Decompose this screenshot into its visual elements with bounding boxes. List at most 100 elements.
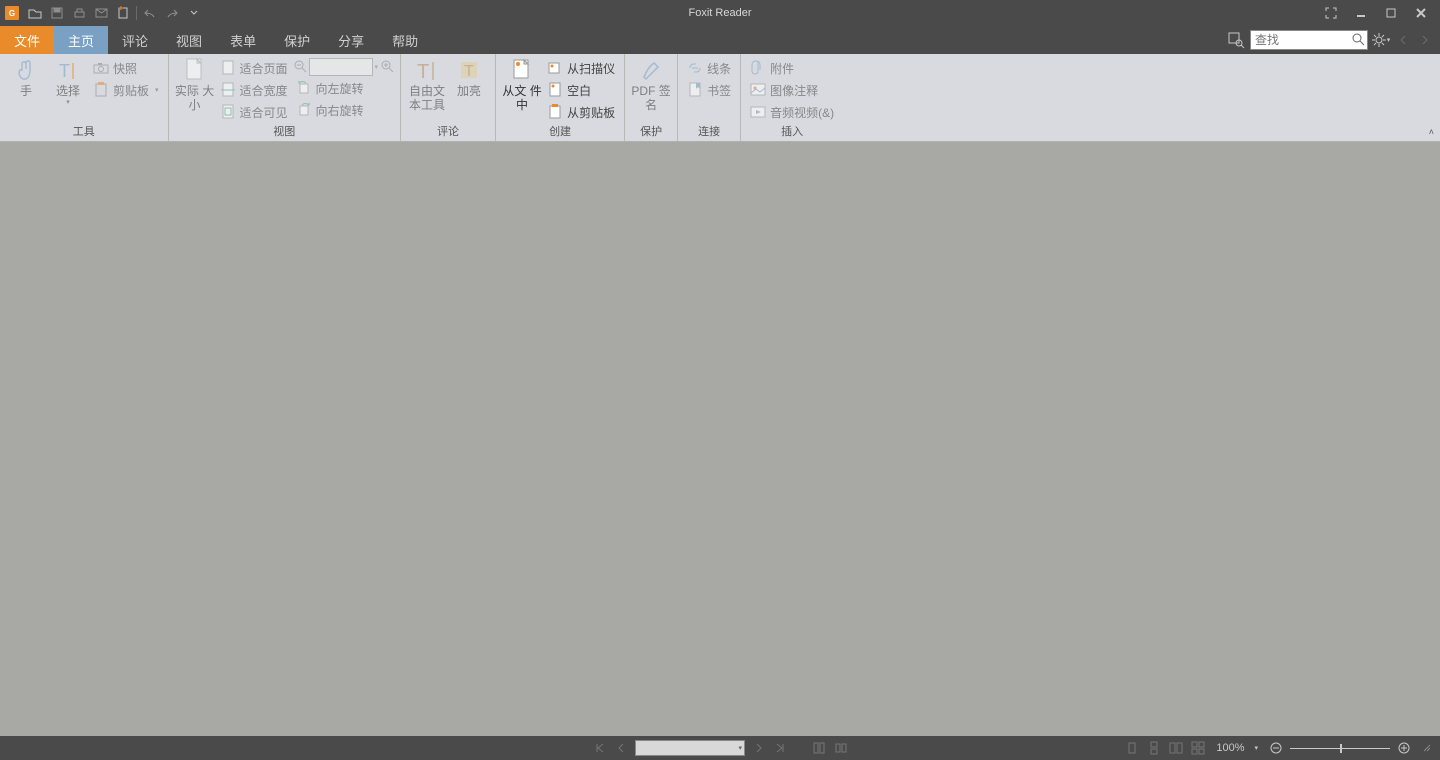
- from-file-icon: [510, 58, 534, 82]
- advanced-search-button[interactable]: [1226, 30, 1246, 50]
- open-file-button[interactable]: [24, 0, 46, 26]
- text-select-icon: T: [56, 58, 80, 82]
- svg-text:T: T: [59, 61, 70, 81]
- single-page-view-button[interactable]: [1124, 740, 1140, 756]
- continuous-facing-view-button[interactable]: [1190, 740, 1206, 756]
- qat-customize-button[interactable]: [183, 0, 205, 26]
- first-page-button[interactable]: [591, 740, 607, 756]
- title-bar: G Foxit Reader: [0, 0, 1440, 26]
- select-tool-button[interactable]: T 选择 ▾: [48, 56, 88, 124]
- fullscreen-button[interactable]: [1316, 0, 1346, 26]
- page-number-input[interactable]: [636, 742, 738, 754]
- new-doc-button[interactable]: [112, 0, 134, 26]
- link-button[interactable]: 线条: [684, 58, 734, 78]
- fit-visible-button[interactable]: 适合可见: [217, 102, 291, 122]
- tab-file[interactable]: 文件: [0, 26, 54, 54]
- resize-grip[interactable]: [1422, 743, 1432, 753]
- search-box[interactable]: [1250, 30, 1368, 50]
- clipboard-page-icon: [547, 104, 563, 120]
- ribbon-group-protect: PDF 签名 保护: [625, 54, 678, 141]
- rotate-right-icon: [296, 102, 312, 118]
- camera-icon: [93, 60, 109, 76]
- image-icon: [750, 82, 766, 98]
- page-number-box[interactable]: ▾: [635, 740, 745, 756]
- search-input[interactable]: [1255, 33, 1363, 47]
- blank-page-button[interactable]: 空白: [544, 80, 618, 100]
- tab-protect[interactable]: 保护: [270, 26, 324, 54]
- undo-button[interactable]: [139, 0, 161, 26]
- email-button[interactable]: [90, 0, 112, 26]
- fit-page-icon: [220, 60, 236, 76]
- image-annotation-button[interactable]: 图像注释: [747, 80, 837, 100]
- document-area: [0, 142, 1440, 736]
- prev-page-button[interactable]: [613, 740, 629, 756]
- clipboard-icon: [93, 82, 109, 98]
- fit-width-icon: [220, 82, 236, 98]
- tab-share[interactable]: 分享: [324, 26, 378, 54]
- status-bar: ▾ 100% ▾: [0, 736, 1440, 760]
- continuous-view-button[interactable]: [1146, 740, 1162, 756]
- facing-view-button[interactable]: [1168, 740, 1184, 756]
- pdf-sign-button[interactable]: PDF 签名: [631, 56, 671, 124]
- collapse-ribbon-button[interactable]: ˄: [1429, 127, 1434, 137]
- bookmark-button[interactable]: 书签: [684, 80, 734, 100]
- tab-strip: 文件 主页 评论 视图 表单 保护 分享 帮助 ▾: [0, 26, 1440, 54]
- fit-page-button[interactable]: 适合页面: [217, 58, 291, 78]
- rotate-left-button[interactable]: 向左旋转: [293, 78, 395, 98]
- highlight-button[interactable]: T 加亮: [449, 56, 489, 124]
- page-icon: [183, 58, 207, 82]
- typewriter-icon: T: [415, 58, 439, 82]
- page-layout-a-button[interactable]: [811, 740, 827, 756]
- typewriter-button[interactable]: T 自由文 本工具: [407, 56, 447, 124]
- ribbon-group-create: 从文 件中 从扫描仪 空白 从剪贴板 创建: [496, 54, 625, 141]
- save-button[interactable]: [46, 0, 68, 26]
- from-scanner-button[interactable]: 从扫描仪: [544, 58, 618, 78]
- prev-doc-button[interactable]: [1394, 30, 1412, 50]
- ribbon-group-insert: 附件 图像注释 音频视频(&) 插入: [741, 54, 843, 141]
- tab-view[interactable]: 视图: [162, 26, 216, 54]
- link-icon: [687, 60, 703, 76]
- redo-button[interactable]: [161, 0, 183, 26]
- window-controls: [1316, 0, 1440, 26]
- tab-home[interactable]: 主页: [54, 26, 108, 54]
- from-file-button[interactable]: 从文 件中: [502, 56, 542, 124]
- tab-help[interactable]: 帮助: [378, 26, 432, 54]
- maximize-button[interactable]: [1376, 0, 1406, 26]
- snapshot-button[interactable]: 快照: [90, 58, 162, 78]
- zoom-slider[interactable]: [1268, 740, 1412, 756]
- highlight-icon: T: [457, 58, 481, 82]
- ribbon: 手 T 选择 ▾ 快照 剪贴板 ▾ 工具: [0, 54, 1440, 142]
- from-clipboard-button[interactable]: 从剪贴板: [544, 102, 618, 122]
- audio-video-button[interactable]: 音频视频(&): [747, 102, 837, 122]
- app-title: Foxit Reader: [689, 7, 752, 19]
- zoom-in-button[interactable]: [1396, 740, 1412, 756]
- page-layout-b-button[interactable]: [833, 740, 849, 756]
- next-doc-button[interactable]: [1416, 30, 1434, 50]
- last-page-button[interactable]: [773, 740, 789, 756]
- print-button[interactable]: [68, 0, 90, 26]
- zoom-out-button[interactable]: [1268, 740, 1284, 756]
- search-icon[interactable]: [1351, 32, 1365, 49]
- actual-size-button[interactable]: 实际 大小: [175, 56, 215, 124]
- zoom-out-icon[interactable]: [293, 59, 307, 76]
- zoom-in-icon[interactable]: [380, 59, 394, 76]
- scanner-icon: [547, 60, 563, 76]
- next-page-button[interactable]: [751, 740, 767, 756]
- slider-track[interactable]: [1290, 748, 1390, 749]
- view-mode-buttons: [1124, 740, 1206, 756]
- rotate-right-button[interactable]: 向右旋转: [293, 100, 395, 120]
- zoom-input[interactable]: [309, 58, 373, 76]
- attachment-button[interactable]: 附件: [747, 58, 837, 78]
- clipboard-button[interactable]: 剪贴板 ▾: [90, 80, 162, 100]
- zoom-controls[interactable]: ▾: [293, 58, 395, 76]
- ribbon-group-links: 线条 书签 连接: [678, 54, 741, 141]
- minimize-button[interactable]: [1346, 0, 1376, 26]
- fit-width-button[interactable]: 适合宽度: [217, 80, 291, 100]
- tab-comment[interactable]: 评论: [108, 26, 162, 54]
- tab-form[interactable]: 表单: [216, 26, 270, 54]
- close-button[interactable]: [1406, 0, 1436, 26]
- media-icon: [750, 104, 766, 120]
- settings-gear-button[interactable]: ▾: [1372, 30, 1390, 50]
- hand-tool-button[interactable]: 手: [6, 56, 46, 124]
- slider-thumb[interactable]: [1340, 744, 1342, 753]
